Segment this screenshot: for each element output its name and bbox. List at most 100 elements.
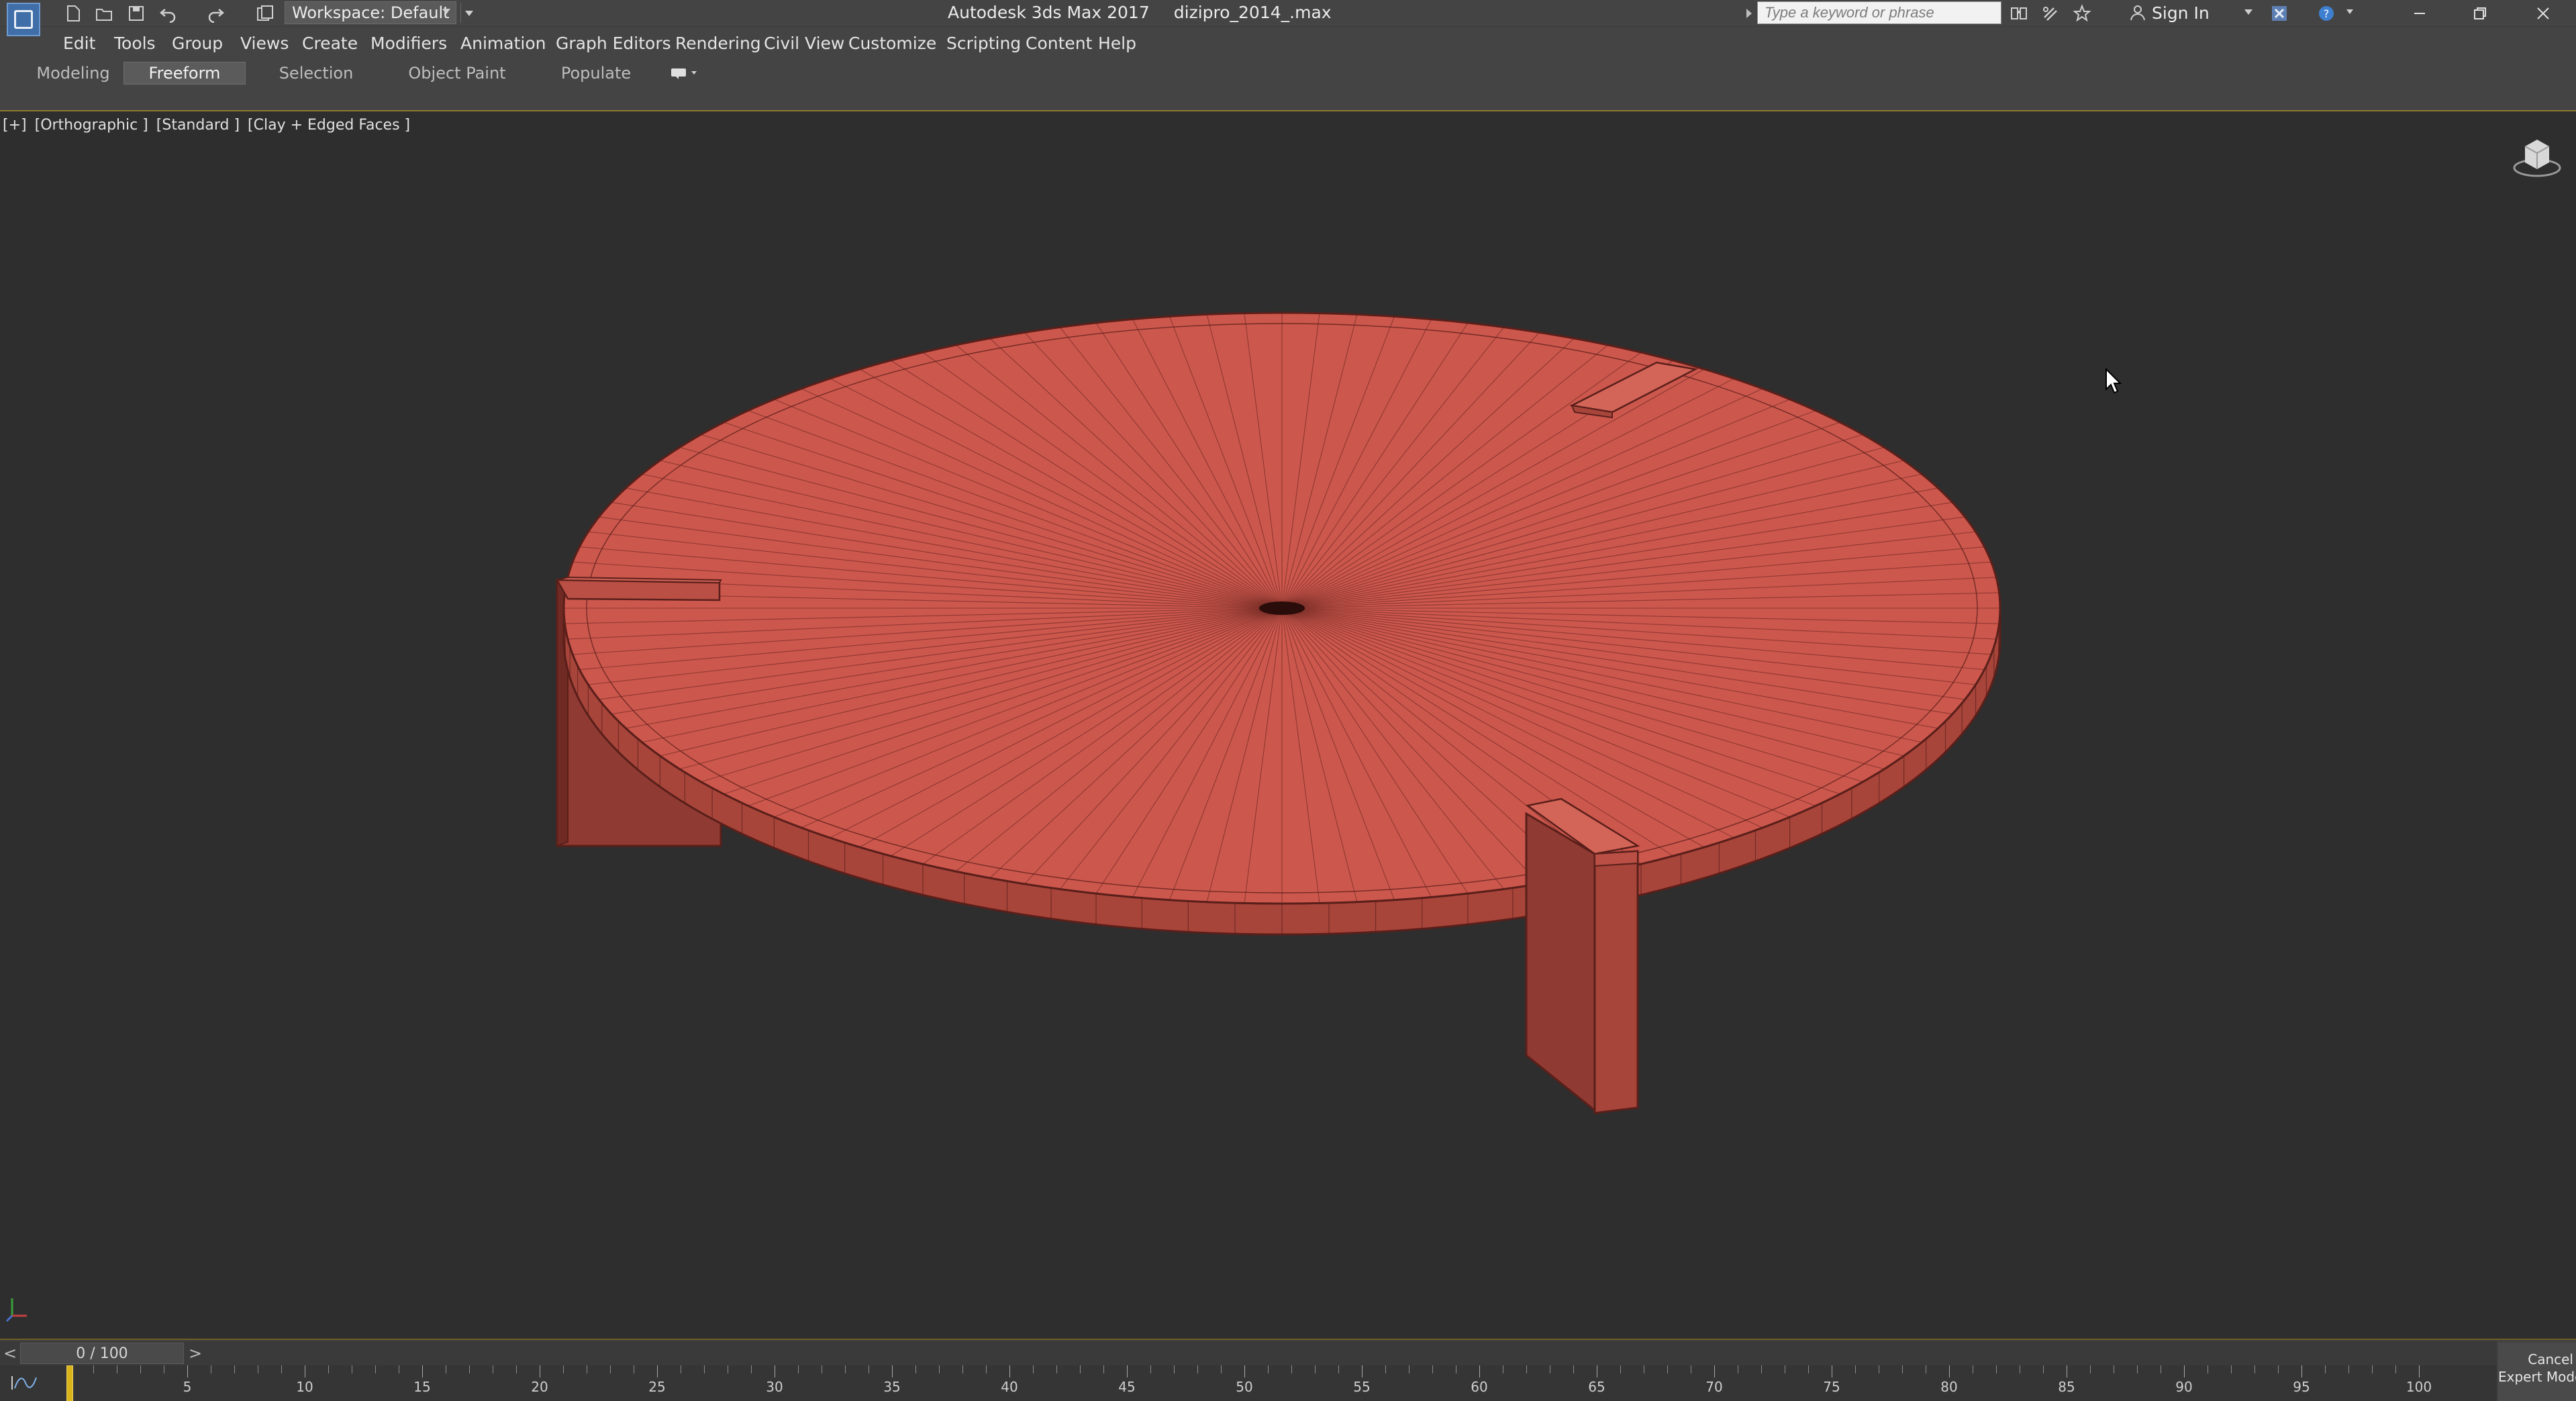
menu-tools[interactable]: Tools xyxy=(114,34,156,53)
tab-selection[interactable]: Selection xyxy=(267,62,365,85)
search-input[interactable] xyxy=(1757,1,2001,24)
menu-graph-editors[interactable]: Graph Editors xyxy=(556,34,671,53)
search-expand-icon[interactable] xyxy=(1742,5,1754,21)
exchange-x-icon[interactable] xyxy=(2269,3,2290,24)
sign-in-button[interactable]: Sign In xyxy=(2129,1,2210,24)
menu-modifiers[interactable]: Modifiers xyxy=(370,34,447,53)
help-icon[interactable]: ? xyxy=(2316,3,2337,24)
viewport-label[interactable]: [+] [Orthographic ] [Standard ] [Clay + Edg… xyxy=(3,117,418,134)
cancel-label: Cancel xyxy=(2528,1351,2573,1367)
open-file-icon[interactable] xyxy=(94,3,114,23)
menu-content[interactable]: Content xyxy=(1026,34,1092,53)
frame-tick-label: 20 xyxy=(531,1379,548,1395)
time-slider[interactable]: < 0 / 100 > xyxy=(0,1341,2497,1365)
favorites-star-icon[interactable] xyxy=(2071,3,2093,24)
workspace-dropdown[interactable]: Workspace: Default xyxy=(285,1,456,24)
frame-tick-label: 65 xyxy=(1588,1379,1605,1395)
viewport-shading-standard-label[interactable]: [Standard ] xyxy=(156,117,240,134)
tab-modeling[interactable]: Modeling xyxy=(24,62,122,85)
menu-animation[interactable]: Animation xyxy=(460,34,546,53)
menu-create[interactable]: Create xyxy=(302,34,358,53)
time-slider-thumb[interactable]: 0 / 100 xyxy=(20,1343,184,1364)
frame-tick xyxy=(2348,1365,2349,1373)
ribbon-options-icon[interactable] xyxy=(670,66,701,81)
frame-tick xyxy=(1385,1365,1386,1373)
mini-curve-editor-icon[interactable] xyxy=(9,1373,39,1392)
viewport-point-of-view-label[interactable]: [Orthographic ] xyxy=(35,117,148,134)
menu-rendering[interactable]: Rendering xyxy=(675,34,761,53)
axis-tripod-icon xyxy=(5,1298,27,1322)
binoculars-icon[interactable] xyxy=(2008,3,2030,24)
undo-icon[interactable] xyxy=(158,3,179,23)
frame-tick xyxy=(2325,1365,2326,1373)
redo-icon[interactable] xyxy=(205,3,226,23)
frame-tick xyxy=(1033,1365,1034,1373)
menu-group[interactable]: Group xyxy=(172,34,223,53)
frame-tick xyxy=(1761,1365,1762,1373)
window-title: Autodesk 3ds Max 2017 dizipro_2014_.max xyxy=(948,3,1332,22)
frame-tick xyxy=(187,1365,188,1378)
menu-edit[interactable]: Edit xyxy=(63,34,95,53)
close-button[interactable] xyxy=(2513,0,2573,27)
frame-tick-label: 15 xyxy=(413,1379,431,1395)
frame-tick-label: 10 xyxy=(296,1379,313,1395)
frame-tick-label: 45 xyxy=(1118,1379,1136,1395)
subscription-icon[interactable] xyxy=(2039,3,2061,24)
table-cleat-left xyxy=(555,579,721,601)
frame-tick xyxy=(1150,1365,1151,1373)
sign-in-label: Sign In xyxy=(2152,3,2210,23)
tab-object-paint[interactable]: Object Paint xyxy=(399,62,515,85)
project-folder-icon[interactable] xyxy=(255,3,275,23)
chevron-down-icon[interactable] xyxy=(2244,9,2252,15)
minimize-button[interactable] xyxy=(2389,0,2450,27)
frame-tick-label: 100 xyxy=(2406,1379,2432,1395)
ribbon-tabs: Modeling Freeform Selection Object Paint… xyxy=(0,60,2576,87)
restore-button[interactable] xyxy=(2450,0,2510,27)
timeline: < 0 / 100 > 0510152025303540455055606570… xyxy=(0,1339,2576,1401)
previous-frame-button[interactable]: < xyxy=(0,1341,20,1365)
menu-customize[interactable]: Customize xyxy=(848,34,936,53)
menu-civil-view[interactable]: Civil View xyxy=(764,34,844,53)
frame-tick xyxy=(1949,1365,1950,1378)
frame-tick xyxy=(798,1365,799,1373)
viewport-display-mode-label[interactable]: [Clay + Edged Faces ] xyxy=(248,117,410,134)
user-icon xyxy=(2130,5,2145,21)
current-frame-marker[interactable] xyxy=(66,1365,73,1401)
customize-quick-access-icon[interactable] xyxy=(460,3,477,23)
next-frame-button[interactable]: > xyxy=(185,1341,205,1365)
tab-freeform[interactable]: Freeform xyxy=(123,62,246,85)
frame-tick xyxy=(140,1365,141,1373)
viewcube-home-icon[interactable] xyxy=(2510,133,2564,180)
frame-tick xyxy=(1315,1365,1316,1373)
table-leg-front xyxy=(1525,812,1596,1113)
track-bar[interactable]: 0510152025303540455055606570758085909510… xyxy=(0,1365,2497,1401)
save-icon[interactable] xyxy=(126,3,146,23)
frame-tick xyxy=(563,1365,564,1373)
mouse-cursor-icon xyxy=(2106,368,2122,394)
viewport[interactable]: [+] [Orthographic ] [Standard ] [Clay + Edg… xyxy=(0,113,2576,1339)
frame-tick xyxy=(962,1365,963,1373)
frame-tick-label: 60 xyxy=(1471,1379,1488,1395)
svg-text:?: ? xyxy=(2324,7,2330,20)
tab-populate[interactable]: Populate xyxy=(549,62,643,85)
frame-tick xyxy=(1221,1365,1222,1373)
cancel-expert-mode-button[interactable]: Cancel Expert Mode xyxy=(2498,1343,2576,1401)
help-dropdown-icon[interactable] xyxy=(2346,9,2353,14)
new-file-icon[interactable] xyxy=(63,3,83,23)
app-logo-icon[interactable] xyxy=(7,3,40,36)
frame-tick xyxy=(2278,1365,2279,1373)
frame-tick-label: 95 xyxy=(2293,1379,2310,1395)
menu-scripting[interactable]: Scripting xyxy=(946,34,1021,53)
viewport-menu-label[interactable]: [+] xyxy=(3,117,27,134)
frame-tick xyxy=(1056,1365,1057,1373)
frame-tick xyxy=(2184,1365,2185,1378)
menu-views[interactable]: Views xyxy=(240,34,289,53)
menu-help[interactable]: Help xyxy=(1098,34,1136,53)
table-leg-front-cap xyxy=(1594,850,1638,867)
frame-tick xyxy=(704,1365,705,1373)
file-name: dizipro_2014_.max xyxy=(1173,3,1332,22)
frame-tick xyxy=(986,1365,987,1373)
frame-tick xyxy=(281,1365,282,1373)
frame-tick xyxy=(1808,1365,1809,1373)
frame-tick xyxy=(939,1365,940,1373)
